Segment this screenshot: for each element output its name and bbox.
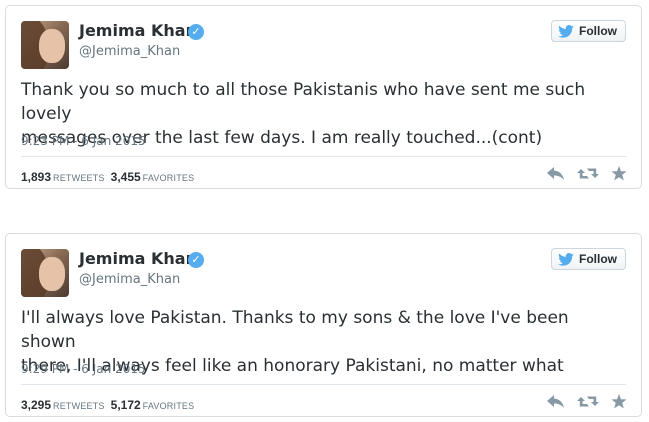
star-icon[interactable]: [611, 166, 627, 181]
divider: [21, 156, 626, 157]
reply-icon[interactable]: [547, 394, 565, 409]
author-name[interactable]: Jemima Khan: [79, 21, 197, 40]
tweet-stats: 1,893 RETWEETS 3,455 FAVORITES: [21, 170, 200, 184]
favorites-label[interactable]: FAVORITES: [143, 401, 195, 411]
retweet-count[interactable]: 3,295: [21, 398, 51, 412]
follow-button[interactable]: Follow: [551, 20, 626, 42]
tweet-timestamp[interactable]: 9:29 PM - 6 Jan 2015: [21, 362, 146, 376]
tweet-actions: [547, 166, 627, 181]
retweet-count[interactable]: 1,893: [21, 170, 51, 184]
follow-button[interactable]: Follow: [551, 248, 626, 270]
tweet-timestamp[interactable]: 9:23 PM - 6 Jan 2015: [21, 134, 146, 148]
verified-badge-icon: ✓: [188, 252, 204, 268]
follow-label: Follow: [579, 252, 617, 266]
author-handle[interactable]: @Jemima_Khan: [79, 272, 180, 287]
twitter-bird-icon: [558, 24, 574, 38]
avatar-face: [39, 29, 65, 63]
divider: [21, 384, 626, 385]
retweet-icon[interactable]: [577, 166, 599, 181]
retweet-icon[interactable]: [577, 394, 599, 409]
tweet-card-2: Jemima Khan ✓ @Jemima_Khan Follow I'll a…: [5, 233, 642, 417]
author-handle[interactable]: @Jemima_Khan: [79, 44, 180, 59]
retweets-label[interactable]: RETWEETS: [53, 401, 105, 411]
favorite-count[interactable]: 3,455: [111, 170, 141, 184]
follow-label: Follow: [579, 24, 617, 38]
tweet-card-1: Jemima Khan ✓ @Jemima_Khan Follow Thank …: [5, 5, 642, 189]
reply-icon[interactable]: [547, 166, 565, 181]
author-name[interactable]: Jemima Khan: [79, 249, 197, 268]
avatar-face: [39, 257, 65, 291]
star-icon[interactable]: [611, 394, 627, 409]
favorite-count[interactable]: 5,172: [111, 398, 141, 412]
tweet-actions: [547, 394, 627, 409]
avatar[interactable]: [21, 21, 69, 69]
twitter-bird-icon: [558, 252, 574, 266]
retweets-label[interactable]: RETWEETS: [53, 173, 105, 183]
tweet-stats: 3,295 RETWEETS 5,172 FAVORITES: [21, 398, 200, 412]
verified-badge-icon: ✓: [188, 24, 204, 40]
favorites-label[interactable]: FAVORITES: [143, 173, 195, 183]
avatar[interactable]: [21, 249, 69, 297]
